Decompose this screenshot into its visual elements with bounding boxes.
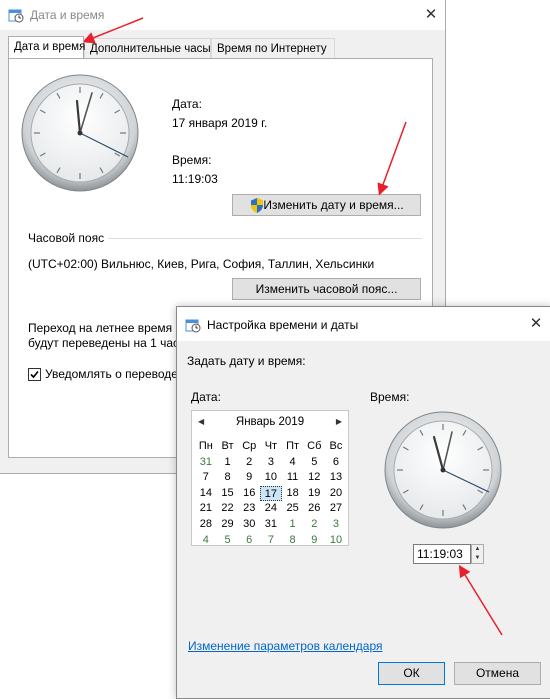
red-arrow-3 (458, 564, 503, 636)
screen: { "main_window": { "title": "Дата и врем… (0, 0, 550, 699)
red-arrow-2 (377, 121, 407, 196)
annotation-arrow-tab (82, 17, 503, 636)
tab-date-time[interactable]: Дата и время (8, 36, 85, 58)
red-arrow-1 (82, 17, 144, 44)
